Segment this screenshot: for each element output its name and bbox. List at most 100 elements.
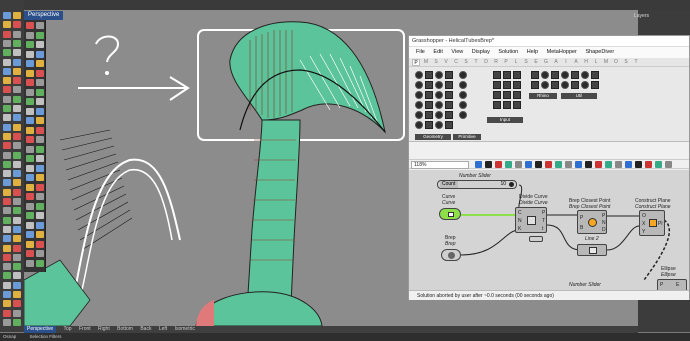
gh-tab-4[interactable]: C	[452, 59, 460, 66]
ribbon-component-icon[interactable]	[513, 71, 521, 79]
toolbar-tool-icon[interactable]	[26, 174, 34, 181]
ribbon-component-icon[interactable]	[531, 81, 539, 89]
toolbar-tool-icon[interactable]	[36, 193, 44, 200]
gh-tab-10[interactable]: L	[512, 59, 520, 66]
ribbon-component-icon[interactable]	[493, 81, 501, 89]
canvas-tool-icon[interactable]	[595, 161, 602, 168]
bcp-output-p[interactable]: P	[602, 213, 605, 219]
toolbar-tool-icon[interactable]	[13, 188, 21, 196]
gh-tab-2[interactable]: S	[432, 59, 440, 66]
toolbar-tool-icon[interactable]	[36, 155, 44, 162]
gh-tab-17[interactable]: H	[582, 59, 590, 66]
ribbon-component-icon[interactable]	[445, 121, 453, 129]
osnap-label[interactable]: Osnap	[3, 334, 16, 339]
ribbon-component-icon[interactable]	[503, 91, 511, 99]
toolbar-tool-icon[interactable]	[3, 291, 11, 298]
toolbar-tool-icon[interactable]	[26, 155, 34, 162]
toolbar-tool-icon[interactable]	[36, 41, 44, 48]
toolbar-tool-icon[interactable]	[36, 126, 44, 134]
gh-tab-22[interactable]: T	[632, 59, 640, 66]
ribbon-component-icon[interactable]	[415, 121, 423, 129]
toolbar-tool-icon[interactable]	[36, 202, 44, 210]
canvas-tool-icon[interactable]	[485, 161, 492, 168]
bcp-input-b[interactable]: B	[580, 225, 583, 231]
toolbar-tool-icon[interactable]	[3, 225, 11, 233]
toolbar-tool-icon[interactable]	[13, 170, 21, 178]
curve-param-node[interactable]	[439, 208, 461, 220]
ribbon-component-icon[interactable]	[459, 111, 467, 119]
toolbar-tool-icon[interactable]	[26, 259, 34, 267]
plane-input-y[interactable]: Y	[642, 229, 645, 235]
toolbar-tool-icon[interactable]	[3, 86, 11, 94]
ribbon-component-icon[interactable]	[581, 81, 589, 89]
toolbar-tool-icon[interactable]	[26, 136, 34, 143]
toolbar-tool-icon[interactable]	[13, 225, 21, 233]
brep-closest-point-node[interactable]: P B P N D	[577, 210, 607, 234]
ribbon-component-icon[interactable]	[415, 101, 423, 109]
divide-curve-node[interactable]: C N K P T t	[515, 207, 547, 233]
toolbar-tool-icon[interactable]	[13, 105, 21, 112]
toolbar-tool-icon[interactable]	[3, 272, 11, 280]
toolbar-tool-icon[interactable]	[26, 50, 34, 58]
toolbar-tool-icon[interactable]	[3, 300, 11, 308]
toolbar-tool-icon[interactable]	[3, 142, 11, 150]
ribbon-component-icon[interactable]	[435, 101, 443, 109]
gh-tab-7[interactable]: D	[482, 59, 490, 66]
gh-tab-18[interactable]: L	[592, 59, 600, 66]
canvas-tool-icon[interactable]	[665, 161, 672, 168]
ribbon-component-icon[interactable]	[493, 71, 501, 79]
gh-tab-14[interactable]: A	[552, 59, 560, 66]
toolbar-tool-icon[interactable]	[26, 69, 34, 77]
menu-file[interactable]: File	[416, 47, 425, 58]
toolbar-tool-icon[interactable]	[3, 318, 11, 326]
toolbar-tool-icon[interactable]	[13, 291, 21, 298]
toolbar-tool-icon[interactable]	[13, 77, 21, 85]
toolbar-tool-icon[interactable]	[36, 31, 44, 39]
toolbar-tool-icon[interactable]	[3, 105, 11, 112]
toolbar-tool-icon[interactable]	[3, 30, 11, 38]
toolbar-tool-icon[interactable]	[36, 259, 44, 267]
ribbon-component-icon[interactable]	[425, 121, 433, 129]
toolbar-tool-icon[interactable]	[36, 231, 44, 238]
ribbon-component-icon[interactable]	[415, 91, 423, 99]
ribbon-component-icon[interactable]	[459, 71, 467, 79]
toolbar-tool-icon[interactable]	[13, 49, 21, 57]
toolbar-tool-icon[interactable]	[3, 170, 11, 178]
ribbon-group-input[interactable]: Input	[487, 117, 523, 123]
toolbar-tool-icon[interactable]	[13, 58, 21, 66]
toolbar-tool-icon[interactable]	[26, 22, 34, 29]
toolbar-tool-icon[interactable]	[13, 39, 21, 47]
bcp-input-p[interactable]: P	[580, 215, 583, 221]
ribbon-group-geometry[interactable]: Geometry	[415, 134, 451, 140]
toolbar-tool-icon[interactable]	[3, 235, 11, 243]
ribbon-component-icon[interactable]	[513, 91, 521, 99]
toolbar-tool-icon[interactable]	[3, 39, 11, 47]
bcp-output-n[interactable]: N	[602, 220, 606, 226]
ribbon-component-icon[interactable]	[415, 81, 423, 89]
toolbar-tool-icon[interactable]	[36, 117, 44, 124]
toolbar-tool-icon[interactable]	[13, 160, 21, 168]
canvas-tool-icon[interactable]	[605, 161, 612, 168]
divide-input-n[interactable]: N	[518, 218, 522, 224]
toolbar-tool-icon[interactable]	[26, 117, 34, 124]
toolbar-tool-icon[interactable]	[36, 250, 44, 257]
ribbon-group-primitive[interactable]: Primitive	[453, 134, 481, 140]
ribbon-component-icon[interactable]	[445, 101, 453, 109]
toolbar-tool-icon[interactable]	[36, 79, 44, 86]
toolbar-tool-icon[interactable]	[36, 221, 44, 229]
toolbar-tool-icon[interactable]	[3, 309, 11, 317]
toolbar-tool-icon[interactable]	[36, 164, 44, 172]
ribbon-component-icon[interactable]	[445, 81, 453, 89]
ribbon-component-icon[interactable]	[561, 71, 569, 79]
zoom-field[interactable]: 118%	[411, 161, 469, 169]
toolbar-tool-icon[interactable]	[3, 21, 11, 29]
toolbar-tool-icon[interactable]	[36, 88, 44, 96]
gh-tab-12[interactable]: E	[532, 59, 540, 66]
ribbon-component-icon[interactable]	[591, 71, 599, 79]
gh-tab-19[interactable]: M	[602, 59, 610, 66]
ribbon-component-icon[interactable]	[561, 81, 569, 89]
tab-right[interactable]: Right	[98, 326, 110, 333]
tab-perspective[interactable]: Perspective	[24, 326, 57, 333]
ribbon-component-icon[interactable]	[425, 111, 433, 119]
ribbon-component-icon[interactable]	[425, 101, 433, 109]
